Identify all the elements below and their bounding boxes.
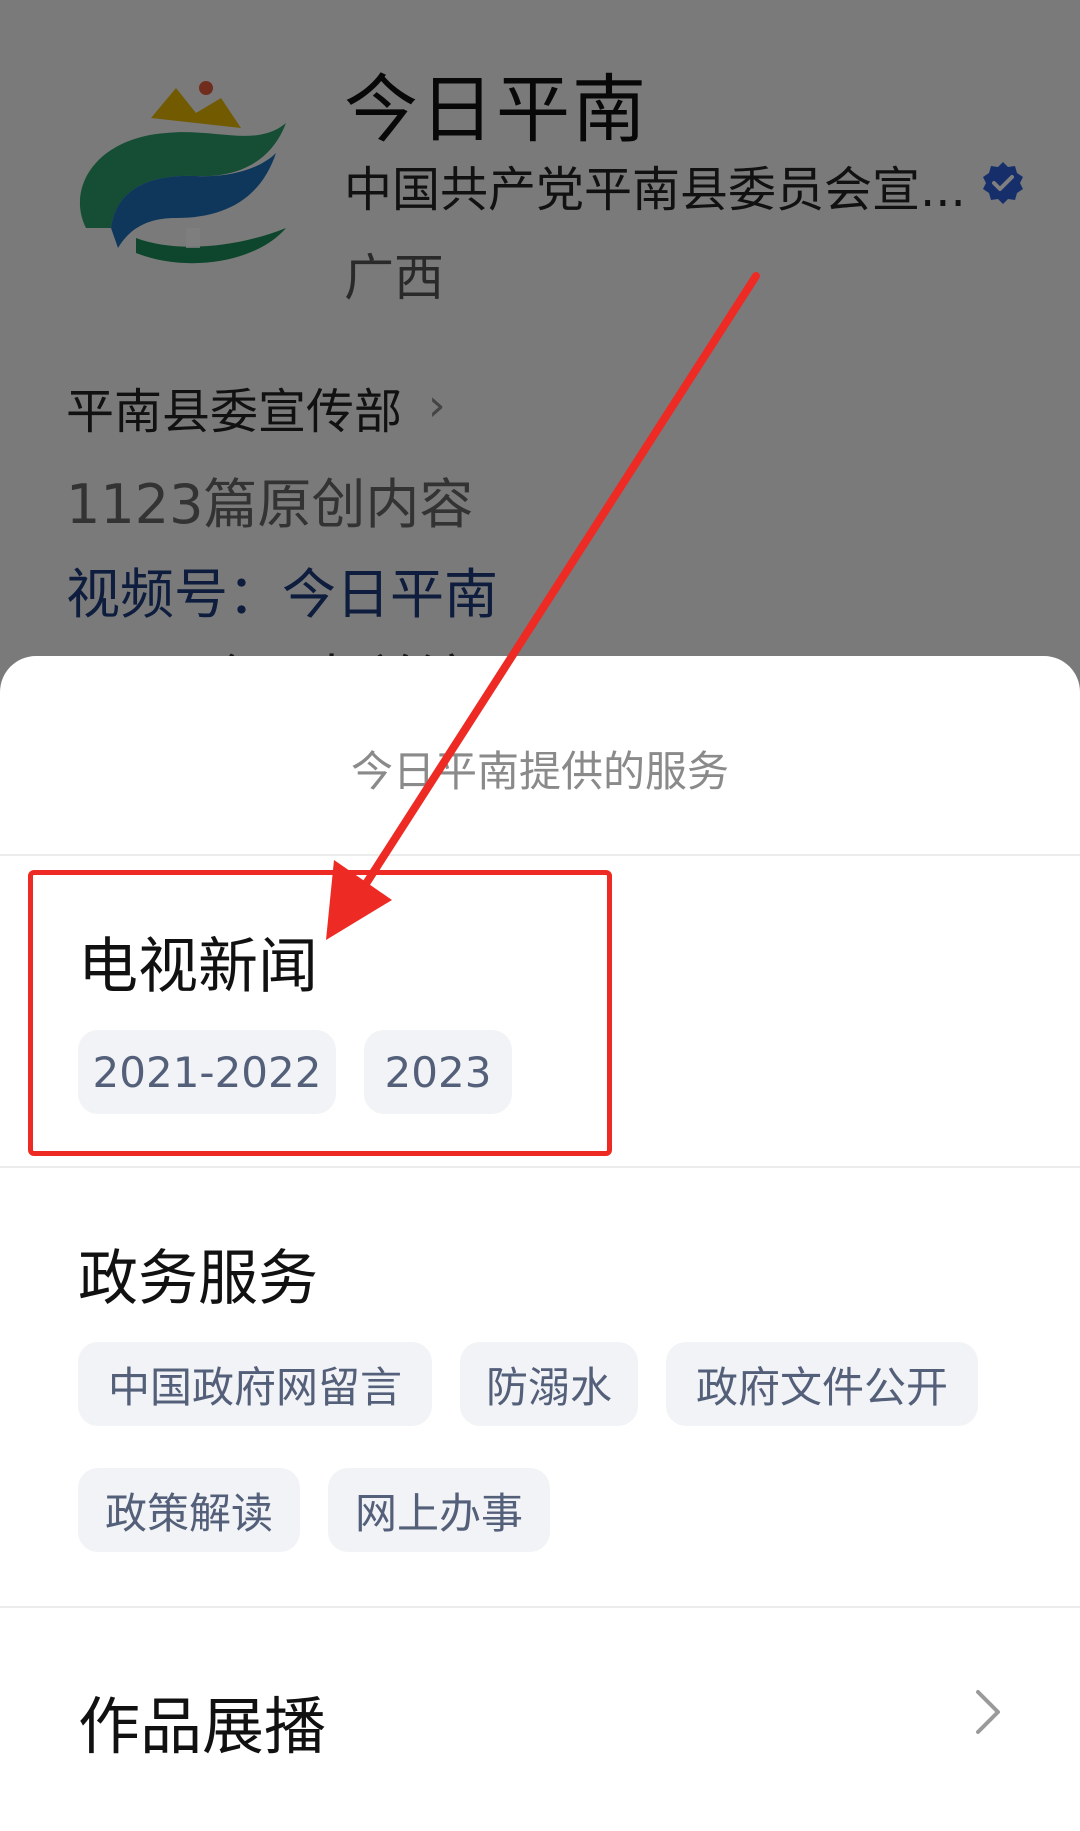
sheet-title: 今日平南提供的服务	[350, 747, 729, 796]
divider	[0, 854, 1080, 856]
chip-drowning-prevention[interactable]: 防溺水	[460, 1342, 638, 1426]
chevron-right-icon	[976, 1690, 1000, 1734]
annotation-highlight-box	[28, 870, 612, 1156]
chip-policy-interpretation[interactable]: 政策解读	[78, 1468, 300, 1552]
chip-gov-message[interactable]: 中国政府网留言	[78, 1342, 432, 1426]
section-title-government-services: 政务服务	[78, 1244, 318, 1314]
chip-online-services[interactable]: 网上办事	[328, 1468, 550, 1552]
divider	[0, 1606, 1080, 1608]
works-showcase-label: 作品展播	[78, 1690, 327, 1763]
divider	[0, 1166, 1080, 1168]
chip-gov-documents[interactable]: 政府文件公开	[666, 1342, 978, 1426]
